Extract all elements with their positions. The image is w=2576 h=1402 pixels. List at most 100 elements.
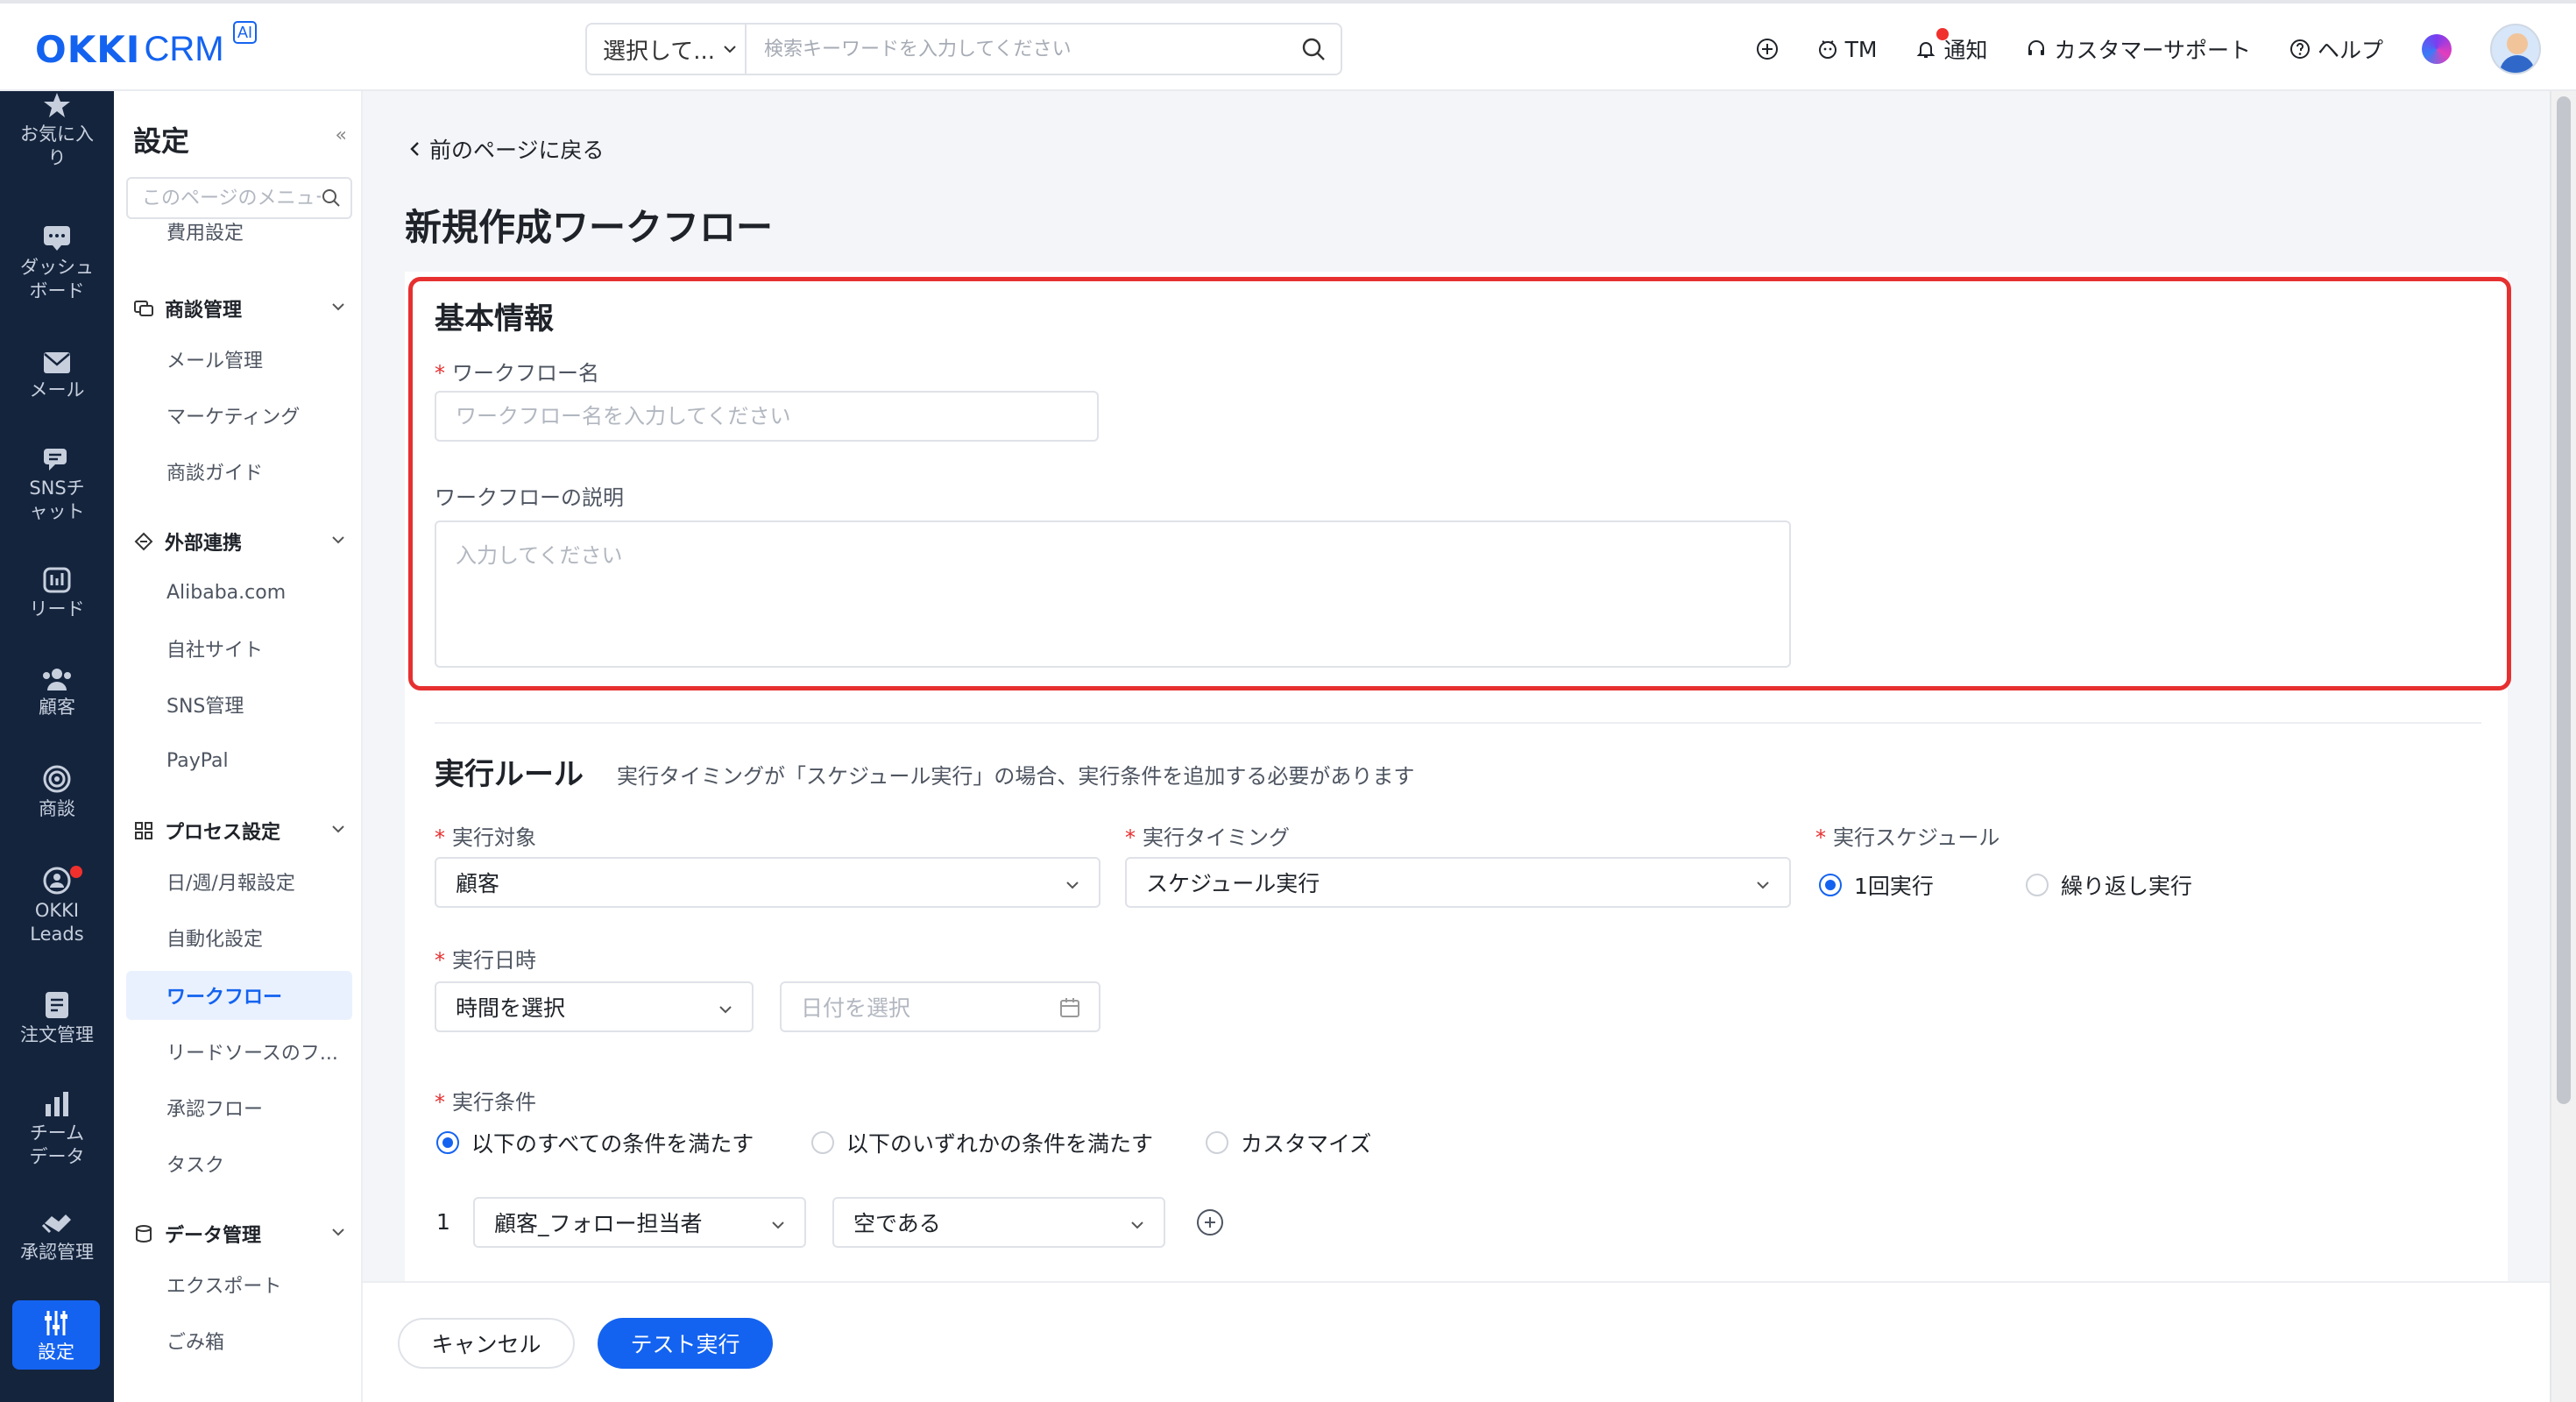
execution-datetime-label: * 実行日時 [435, 948, 536, 973]
sidebar-item-trash[interactable]: ごみ箱 [126, 1316, 352, 1365]
sidebar-item-cost[interactable]: 費用設定 [126, 214, 352, 249]
sidebar-group-label: 商談管理 [165, 300, 243, 322]
test-run-button[interactable]: テスト実行 [598, 1318, 773, 1369]
schedule-repeat-radio[interactable]: 繰り返し実行 [2026, 869, 2192, 901]
global-search: 選択して... [585, 23, 1342, 75]
nav-label: メール [29, 379, 85, 400]
sidebar-item-approval-flow[interactable]: 承認フロー [126, 1083, 352, 1132]
nav-label: 設定 [38, 1342, 74, 1363]
nav-label: チームデータ [29, 1122, 85, 1167]
avatar [2490, 24, 2541, 74]
nav-approval[interactable]: 承認管理 [0, 1211, 114, 1264]
top-actions: TM 通知 カスタマーサポート ヘルプ [1737, 23, 2541, 75]
nav-mail[interactable]: メール [0, 350, 114, 402]
condition-operator-select[interactable]: 空である [832, 1197, 1165, 1248]
select-value: 時間を選択 [456, 995, 566, 1021]
nav-customer[interactable]: 顧客 [0, 666, 114, 719]
star-icon [44, 93, 70, 117]
date-picker[interactable]: 日付を選択 [780, 981, 1100, 1032]
plus-icon [1205, 1217, 1215, 1228]
nav-deal[interactable]: 商談 [0, 764, 114, 821]
notification-button[interactable]: 通知 [1896, 23, 2006, 75]
sidebar-item-deal-guide[interactable]: 商談ガイド [126, 447, 352, 496]
chevron-down-icon [1757, 882, 1769, 889]
sidebar-item-sns[interactable]: SNS管理 [126, 680, 352, 729]
okki-leads-dot [70, 866, 82, 878]
customer-support-label: カスタマーサポート [2054, 38, 2251, 63]
sidebar-item-lead-source[interactable]: リードソースのフ... [126, 1027, 352, 1076]
user-menu[interactable] [2471, 23, 2541, 75]
okki-crm-logo[interactable]: OKKI CRM AI [35, 21, 258, 74]
database-group-icon [136, 1225, 152, 1243]
nav-favorites[interactable]: お気に入り [0, 91, 114, 170]
nav-label: SNSチャット [29, 478, 85, 522]
section-divider [435, 722, 2481, 724]
sidebar-group-label: プロセス設定 [165, 822, 281, 844]
sidebar-item-alibaba[interactable]: Alibaba.com [126, 568, 352, 617]
workflow-description-input[interactable] [435, 520, 1791, 668]
condition-any-radio[interactable]: 以下のいずれかの条件を満たす [811, 1127, 1153, 1158]
condition-all-radio[interactable]: 以下のすべての条件を満たす [436, 1127, 754, 1158]
sidebar-group-external[interactable]: 外部連携 [133, 524, 352, 559]
ai-assistant-button[interactable] [2403, 23, 2471, 75]
nav-order[interactable]: 注文管理 [0, 990, 114, 1047]
search-input[interactable] [747, 25, 1286, 74]
customer-support-button[interactable]: カスタマーサポート [2006, 23, 2270, 75]
left-navigation: お気に入り ダッシュボード メール SNSチャット リード 顧客 商談 OKKI… [0, 91, 114, 1402]
notification-label: 通知 [1943, 38, 1988, 63]
sidebar-item-marketing[interactable]: マーケティング [126, 391, 352, 440]
sidebar-item-export[interactable]: エクスポート [126, 1260, 352, 1309]
sidebar-item-own-site[interactable]: 自社サイト [126, 624, 352, 673]
sidebar-item-mail[interactable]: メール管理 [126, 335, 352, 384]
workflow-name-input[interactable] [435, 391, 1099, 442]
search-scope-label: 選択して... [603, 38, 716, 65]
schedule-once-radio[interactable]: 1回実行 [1819, 869, 1934, 901]
sidebar-item-workflow[interactable]: ワークフロー [126, 971, 352, 1020]
scrollbar-thumb[interactable] [2557, 96, 2571, 1104]
cancel-button[interactable]: キャンセル [398, 1318, 575, 1369]
select-value: スケジュール実行 [1146, 871, 1320, 896]
sidebar-group-label: 外部連携 [165, 533, 243, 555]
sidebar-group-deal[interactable]: 商談管理 [133, 291, 352, 326]
page-title: 新規作成ワークフロー [405, 206, 774, 249]
sidebar-collapse-button[interactable]: « [336, 124, 347, 146]
nav-okki-leads[interactable]: OKKI Leads [0, 866, 114, 946]
sidebar-group-process[interactable]: プロセス設定 [133, 813, 352, 848]
time-select[interactable]: 時間を選択 [435, 981, 754, 1032]
sidebar-item-automation[interactable]: 自動化設定 [126, 913, 352, 962]
nav-label: 注文管理 [20, 1024, 94, 1045]
page-scrollbar[interactable] [2550, 91, 2576, 1402]
execution-timing-select[interactable]: スケジュール実行 [1125, 857, 1791, 908]
sidebar-search-input[interactable] [128, 187, 321, 209]
nav-team-data[interactable]: チームデータ [0, 1090, 114, 1169]
nav-sns-chat[interactable]: SNSチャット [0, 447, 114, 524]
sidebar-item-report[interactable]: 日/週/月報設定 [126, 857, 352, 906]
condition-custom-radio[interactable]: カスタマイズ [1206, 1127, 1371, 1158]
lead-icon [43, 567, 71, 593]
order-icon [46, 992, 68, 1018]
execution-target-select[interactable]: 顧客 [435, 857, 1100, 908]
search-icon[interactable] [321, 188, 342, 209]
top-bar: OKKI CRM AI 選択して... TM 通知 カスタマーサポート [0, 0, 2576, 91]
tm-button[interactable]: TM [1798, 23, 1897, 75]
basic-info-title: 基本情報 [435, 301, 554, 336]
help-icon [2289, 39, 2310, 59]
quick-create-button[interactable] [1737, 23, 1798, 75]
execution-timing-label: * 実行タイミング [1125, 825, 1290, 850]
sidebar-item-task[interactable]: タスク [126, 1139, 352, 1188]
nav-dashboard[interactable]: ダッシュボード [0, 224, 114, 303]
sidebar-group-label: データ管理 [165, 1225, 262, 1247]
tm-icon [1818, 40, 1836, 59]
sidebar-title: 設定 [133, 124, 190, 158]
search-scope-select[interactable]: 選択して... [587, 25, 747, 74]
nav-settings[interactable]: 設定 [12, 1300, 100, 1370]
sidebar-item-paypal[interactable]: PayPal [126, 736, 352, 785]
nav-lead[interactable]: リード [0, 566, 114, 621]
back-link[interactable]: 前のページに戻る [408, 133, 605, 165]
search-button[interactable] [1286, 25, 1341, 74]
sidebar-group-data[interactable]: データ管理 [133, 1216, 352, 1251]
condition-field-select[interactable]: 顧客_フォロー担当者 [473, 1197, 806, 1248]
help-button[interactable]: ヘルプ [2270, 23, 2403, 75]
select-value: 空である [853, 1211, 941, 1236]
add-condition-button[interactable] [1197, 1209, 1223, 1236]
